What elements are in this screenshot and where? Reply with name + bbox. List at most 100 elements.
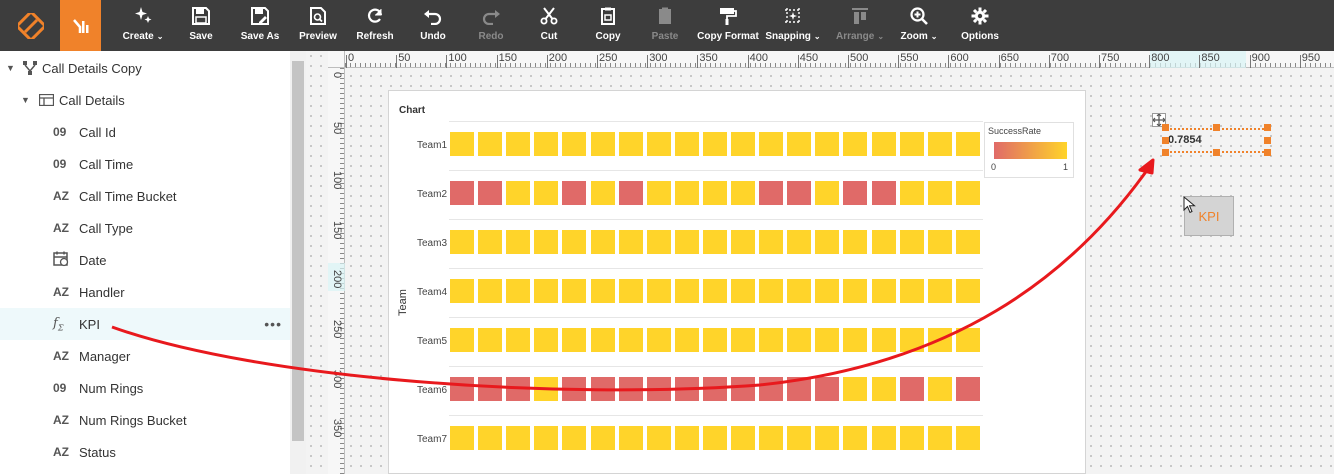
heatmap-cell[interactable] bbox=[674, 426, 699, 450]
heatmap-cell[interactable] bbox=[843, 426, 868, 450]
heatmap-cell[interactable] bbox=[871, 132, 896, 156]
heatmap-cell[interactable] bbox=[534, 132, 559, 156]
heatmap-cell[interactable] bbox=[815, 377, 840, 401]
heatmap-cell[interactable] bbox=[534, 230, 559, 254]
heatmap-cell[interactable] bbox=[534, 181, 559, 205]
heatmap-cell[interactable] bbox=[590, 181, 615, 205]
heatmap-cell[interactable] bbox=[478, 279, 503, 303]
heatmap-cell[interactable] bbox=[674, 230, 699, 254]
heatmap-cell[interactable] bbox=[674, 328, 699, 352]
heatmap-cell[interactable] bbox=[702, 426, 727, 450]
sidebar-scrollbar-thumb[interactable] bbox=[292, 61, 304, 441]
heatmap-cell[interactable] bbox=[787, 132, 812, 156]
heatmap-cell[interactable] bbox=[871, 328, 896, 352]
heatmap-cell[interactable] bbox=[534, 279, 559, 303]
heatmap-cell[interactable] bbox=[534, 328, 559, 352]
heatmap-cell[interactable] bbox=[731, 181, 755, 205]
snapping-button[interactable]: Snapping ⌄ bbox=[762, 0, 824, 51]
heatmap-cell[interactable] bbox=[562, 328, 587, 352]
heatmap-cell[interactable] bbox=[815, 279, 840, 303]
field-item[interactable]: Date bbox=[0, 244, 290, 276]
heatmap-cell[interactable] bbox=[618, 230, 643, 254]
heatmap-cell[interactable] bbox=[702, 328, 727, 352]
heatmap-cell[interactable] bbox=[618, 377, 643, 401]
heatmap-cell[interactable] bbox=[815, 132, 840, 156]
heatmap-cell[interactable] bbox=[759, 132, 784, 156]
heatmap-cell[interactable] bbox=[506, 181, 531, 205]
heatmap-cell[interactable] bbox=[674, 132, 699, 156]
resize-handle[interactable] bbox=[1264, 149, 1271, 156]
heatmap-cell[interactable] bbox=[534, 426, 559, 450]
heatmap-cell[interactable] bbox=[899, 181, 924, 205]
heatmap-cell[interactable] bbox=[815, 181, 840, 205]
heatmap-cell[interactable] bbox=[787, 279, 812, 303]
heatmap-cell[interactable] bbox=[506, 279, 531, 303]
heatmap-cell[interactable] bbox=[590, 132, 615, 156]
heatmap-cell[interactable] bbox=[646, 181, 671, 205]
heatmap-cell[interactable] bbox=[450, 279, 474, 303]
heatmap-cell[interactable] bbox=[787, 377, 812, 401]
heatmap-cell[interactable] bbox=[674, 181, 699, 205]
heatmap-cell[interactable] bbox=[702, 230, 727, 254]
heatmap-cell[interactable] bbox=[759, 426, 784, 450]
resize-handle[interactable] bbox=[1162, 137, 1169, 144]
heatmap-cell[interactable] bbox=[506, 230, 531, 254]
heatmap-cell[interactable] bbox=[843, 132, 868, 156]
resize-handle[interactable] bbox=[1264, 124, 1271, 131]
heatmap-cell[interactable] bbox=[955, 279, 980, 303]
app-logo-icon[interactable] bbox=[10, 0, 51, 51]
heatmap-cell[interactable] bbox=[927, 132, 952, 156]
heatmap-cell[interactable] bbox=[478, 377, 503, 401]
field-item[interactable]: AZ Call Type bbox=[0, 212, 290, 244]
heatmap-cell[interactable] bbox=[478, 230, 503, 254]
heatmap-cell[interactable] bbox=[731, 426, 755, 450]
heatmap-cell[interactable] bbox=[871, 377, 896, 401]
field-item[interactable]: fΣ KPI ••• bbox=[0, 308, 290, 340]
heatmap-cell[interactable] bbox=[759, 230, 784, 254]
heatmap-cell[interactable] bbox=[702, 132, 727, 156]
resize-handle[interactable] bbox=[1162, 149, 1169, 156]
heatmap-cell[interactable] bbox=[843, 328, 868, 352]
heatmap-cell[interactable] bbox=[478, 426, 503, 450]
heatmap-cell[interactable] bbox=[562, 426, 587, 450]
heatmap-cell[interactable] bbox=[506, 328, 531, 352]
heatmap-cell[interactable] bbox=[899, 426, 924, 450]
tree-table-item[interactable]: ▼ Call Details bbox=[0, 84, 290, 116]
heatmap-cell[interactable] bbox=[927, 279, 952, 303]
refresh-button[interactable]: Refresh bbox=[354, 0, 396, 51]
collapse-triangle-icon[interactable]: ▼ bbox=[6, 63, 18, 73]
heatmap-cell[interactable] bbox=[562, 132, 587, 156]
heatmap-cell[interactable] bbox=[927, 230, 952, 254]
heatmap-cell[interactable] bbox=[562, 230, 587, 254]
heatmap-cell[interactable] bbox=[450, 426, 474, 450]
heatmap-cell[interactable] bbox=[787, 328, 812, 352]
heatmap-cell[interactable] bbox=[590, 377, 615, 401]
heatmap-cell[interactable] bbox=[731, 328, 755, 352]
heatmap-cell[interactable] bbox=[646, 328, 671, 352]
field-item[interactable]: AZ Status bbox=[0, 436, 290, 468]
create-button[interactable]: Create ⌄ bbox=[116, 0, 170, 51]
heatmap-cell[interactable] bbox=[787, 426, 812, 450]
heatmap-cell[interactable] bbox=[927, 181, 952, 205]
heatmap-cell[interactable] bbox=[702, 279, 727, 303]
heatmap-cell[interactable] bbox=[927, 328, 952, 352]
heatmap-cell[interactable] bbox=[646, 230, 671, 254]
heatmap-cell[interactable] bbox=[450, 377, 474, 401]
heatmap-cell[interactable] bbox=[450, 132, 474, 156]
heatmap-cell[interactable] bbox=[871, 230, 896, 254]
resize-handle[interactable] bbox=[1213, 149, 1220, 156]
heatmap-cell[interactable] bbox=[955, 230, 980, 254]
heatmap-cell[interactable] bbox=[899, 132, 924, 156]
preview-button[interactable]: Preview bbox=[297, 0, 339, 51]
dashboard-logo-icon[interactable] bbox=[60, 0, 101, 51]
heatmap-cell[interactable] bbox=[590, 279, 615, 303]
heatmap-cell[interactable] bbox=[787, 230, 812, 254]
cut-button[interactable]: Cut bbox=[530, 0, 568, 51]
field-item[interactable]: AZ Num Rings Bucket bbox=[0, 404, 290, 436]
collapse-triangle-icon[interactable]: ▼ bbox=[21, 95, 33, 105]
heatmap-cell[interactable] bbox=[450, 328, 474, 352]
heatmap-cell[interactable] bbox=[450, 181, 474, 205]
save-button[interactable]: Save bbox=[181, 0, 221, 51]
field-item[interactable]: 09 Num Rings bbox=[0, 372, 290, 404]
undo-button[interactable]: Undo bbox=[412, 0, 454, 51]
